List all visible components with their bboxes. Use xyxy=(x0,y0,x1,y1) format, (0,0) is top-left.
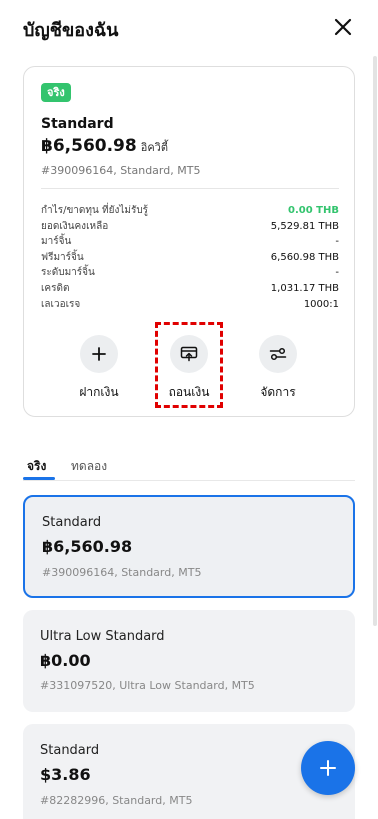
tab-demo[interactable]: ทดลอง xyxy=(71,457,107,476)
stat-row: กำไร/ขาดทุน ที่ยังไม่รับรู้ 0.00 THB xyxy=(41,203,339,219)
stat-label: ระดับมาร์จิ้น xyxy=(41,267,95,279)
account-stats: กำไร/ขาดทุน ที่ยังไม่รับรู้ 0.00 THB ยอด… xyxy=(41,203,339,312)
account-id: #390096164, Standard, MT5 xyxy=(41,164,201,177)
stat-value: 0.00 THB xyxy=(288,205,339,216)
account-card-name: Ultra Low Standard xyxy=(40,629,165,644)
account-tabs: จริง ทดลอง xyxy=(23,455,355,481)
stat-value: 6,560.98 THB xyxy=(270,251,339,263)
plus-icon xyxy=(320,760,336,776)
deposit-label: ฝากเงิน xyxy=(79,385,119,399)
header: บัญชีของฉัน xyxy=(0,0,378,56)
balance-suffix: อิควิตี้ xyxy=(140,141,169,154)
account-card-balance: $3.86 xyxy=(40,765,91,784)
account-type-badge: จริง xyxy=(41,83,71,102)
stat-row: ยอดเงินคงเหลือ 5,529.81 THB xyxy=(41,219,339,235)
close-icon[interactable] xyxy=(333,17,353,37)
page-title: บัญชีของฉัน xyxy=(23,20,119,41)
active-tab-indicator xyxy=(23,477,55,480)
account-card-balance: ฿0.00 xyxy=(40,651,91,670)
balance-amount: ฿6,560.98 xyxy=(41,136,137,156)
deposit-button[interactable]: ฝากเงิน xyxy=(59,333,139,402)
add-account-button[interactable] xyxy=(301,741,355,795)
stat-value: 5,529.81 THB xyxy=(270,220,339,232)
account-card-name: Standard xyxy=(42,515,102,530)
stat-label: ยอดเงินคงเหลือ xyxy=(41,220,109,232)
stat-value: 1000:1 xyxy=(303,298,339,310)
stat-value: - xyxy=(335,267,339,279)
stat-label: เครดิต xyxy=(41,282,70,294)
withdraw-highlight xyxy=(155,322,223,408)
account-card-id: #390096164, Standard, MT5 xyxy=(42,566,202,579)
manage-label: จัดการ xyxy=(260,385,296,399)
account-card-balance: ฿6,560.98 xyxy=(42,537,133,556)
account-name: Standard xyxy=(41,116,114,132)
plus-icon xyxy=(80,335,118,373)
account-card-id: #82282996, Standard, MT5 xyxy=(40,794,193,807)
stat-row: มาร์จิ้น - xyxy=(41,234,339,250)
stat-label: มาร์จิ้น xyxy=(41,236,72,248)
divider xyxy=(41,188,339,189)
account-card[interactable]: Ultra Low Standard ฿0.00 #331097520, Ult… xyxy=(23,610,355,712)
tab-real[interactable]: จริง xyxy=(27,457,46,476)
account-card[interactable]: Standard ฿6,560.98 #390096164, Standard,… xyxy=(23,495,355,598)
stat-label: ฟรีมาร์จิ้น xyxy=(41,251,84,263)
stat-label: กำไร/ขาดทุน ที่ยังไม่รับรู้ xyxy=(41,205,149,216)
balance-row: ฿6,560.98 อิควิตี้ xyxy=(41,136,168,156)
stat-row: ระดับมาร์จิ้น - xyxy=(41,265,339,281)
scrollbar[interactable] xyxy=(373,56,377,626)
stat-row: เลเวอเรจ 1000:1 xyxy=(41,297,339,313)
stat-row: เครดิต 1,031.17 THB xyxy=(41,281,339,297)
account-summary-card: จริง Standard ฿6,560.98 อิควิตี้ #390096… xyxy=(23,66,355,417)
account-card-id: #331097520, Ultra Low Standard, MT5 xyxy=(40,679,255,692)
manage-button[interactable]: จัดการ xyxy=(238,333,318,402)
account-actions: ฝากเงิน ถอนเงิน จัดการ xyxy=(24,322,356,413)
stat-value: - xyxy=(335,236,339,248)
account-card-name: Standard xyxy=(40,743,100,758)
stat-value: 1,031.17 THB xyxy=(270,282,339,294)
stat-row: ฟรีมาร์จิ้น 6,560.98 THB xyxy=(41,250,339,266)
manage-icon xyxy=(259,335,297,373)
stat-label: เลเวอเรจ xyxy=(41,298,81,310)
